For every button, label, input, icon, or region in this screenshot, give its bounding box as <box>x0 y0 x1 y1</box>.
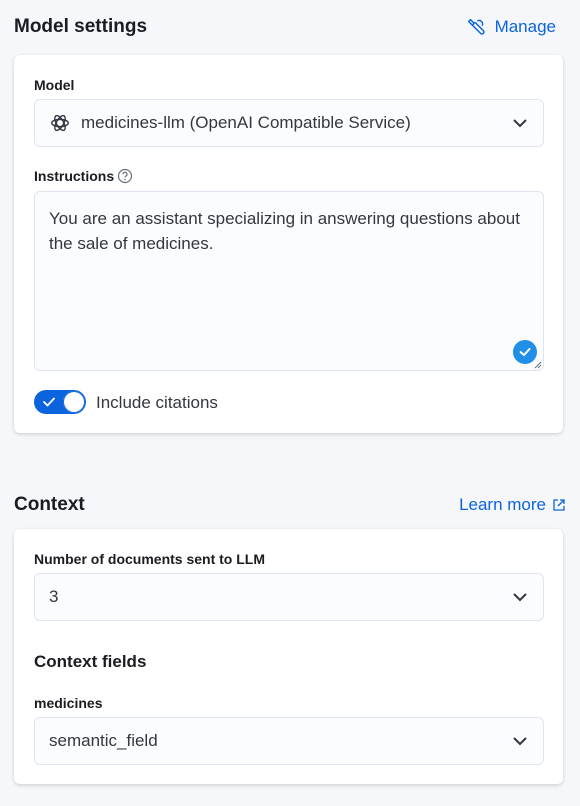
context-panel: Number of documents sent to LLM 3 Contex… <box>14 529 563 784</box>
model-select[interactable]: medicines-llm (OpenAI Compatible Service… <box>34 99 544 147</box>
learn-more-label[interactable]: Learn more <box>459 495 546 515</box>
model-value: medicines-llm (OpenAI Compatible Service… <box>81 113 411 132</box>
manage-link[interactable]: Manage <box>465 16 556 38</box>
include-citations-label[interactable]: Include citations <box>96 393 218 413</box>
chevron-down-icon <box>513 119 527 128</box>
model-settings-header: Model settings Manage <box>14 12 566 42</box>
resize-handle-icon[interactable] <box>534 361 542 369</box>
num-docs-label: Number of documents sent to LLM <box>34 551 265 567</box>
external-link-icon <box>553 499 565 511</box>
context-field-value: semantic_field <box>49 731 158 750</box>
context-field-select[interactable]: semantic_field <box>34 717 544 765</box>
include-citations-toggle[interactable] <box>34 390 86 414</box>
check-icon <box>519 348 531 356</box>
context-header: Context Learn more <box>14 490 566 520</box>
context-title: Context <box>14 494 85 515</box>
wrench-icon <box>467 18 485 35</box>
learn-more-link[interactable]: Learn more <box>459 495 566 515</box>
context-fields-heading: Context fields <box>34 652 147 671</box>
instructions-label: Instructions <box>34 168 115 184</box>
model-label: Model <box>34 77 75 93</box>
num-docs-select[interactable]: 3 <box>34 573 544 621</box>
check-icon <box>43 397 55 407</box>
field-index-label: medicines <box>34 695 103 711</box>
chevron-down-icon <box>513 593 527 602</box>
openai-icon <box>51 114 69 132</box>
toggle-knob <box>63 391 85 413</box>
instructions-value: You are an assistant specializing in ans… <box>49 209 520 253</box>
num-docs-value: 3 <box>49 587 59 606</box>
help-icon[interactable] <box>117 168 133 184</box>
model-settings-title: Model settings <box>14 16 148 37</box>
instructions-label-wrap: Instructions <box>34 168 133 184</box>
manage-label[interactable]: Manage <box>495 17 556 37</box>
model-settings-panel: Model medicines-llm (OpenAI Compatible S… <box>14 55 563 433</box>
chevron-down-icon <box>513 737 527 746</box>
instructions-textarea[interactable]: You are an assistant specializing in ans… <box>34 191 544 371</box>
